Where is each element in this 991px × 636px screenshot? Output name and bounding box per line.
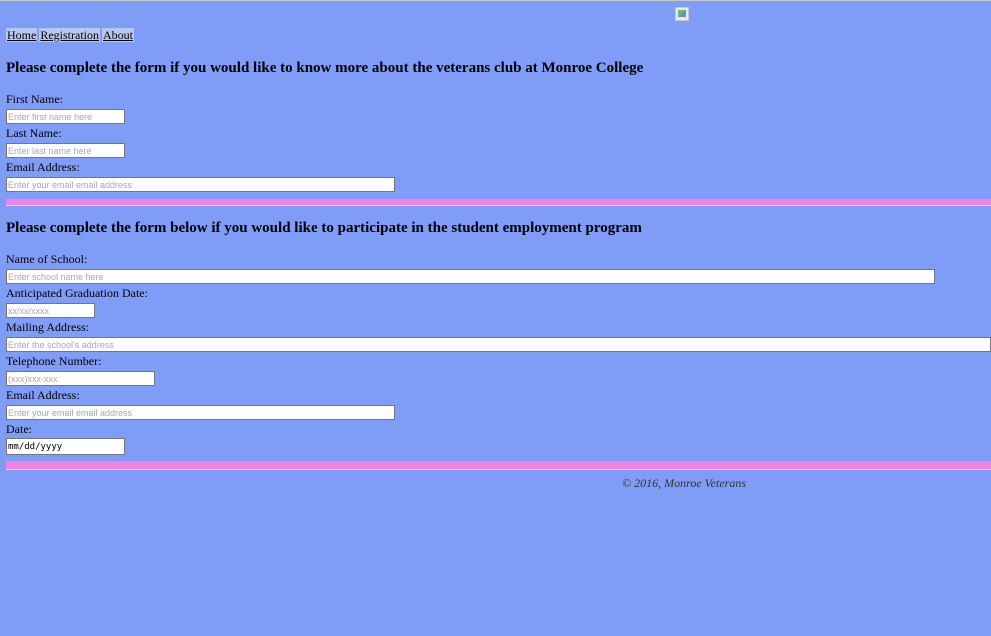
school-name-input[interactable] [6, 269, 935, 284]
mailing-address-label: Mailing Address: [6, 320, 89, 334]
telephone-input[interactable] [6, 371, 155, 386]
club-email-label: Email Address: [6, 160, 80, 174]
mailing-address-input[interactable] [6, 337, 991, 352]
club-form-heading: Please complete the form if you would li… [6, 60, 644, 76]
nav-registration-link[interactable]: Registration [39, 28, 100, 42]
school-name-label: Name of School: [6, 252, 88, 266]
date-label: Date: [6, 422, 32, 436]
telephone-label: Telephone Number: [6, 354, 102, 368]
footer-divider [6, 461, 991, 470]
club-email-input[interactable] [6, 177, 395, 192]
graduation-date-input[interactable] [6, 303, 95, 318]
employment-email-input[interactable] [6, 405, 395, 420]
first-name-input[interactable] [6, 109, 125, 124]
nav-about-link[interactable]: About [102, 28, 134, 42]
section-divider [6, 199, 991, 206]
employment-email-label: Email Address: [6, 388, 80, 402]
broken-image-icon [675, 7, 689, 21]
employment-form-heading: Please complete the form below if you wo… [6, 220, 642, 236]
main-nav: Home Registration About [6, 28, 134, 42]
graduation-date-label: Anticipated Graduation Date: [6, 286, 148, 300]
nav-home-link[interactable]: Home [6, 28, 38, 42]
first-name-label: First Name: [6, 92, 63, 106]
footer-copyright: © 2016, Monroe Veterans [622, 476, 746, 490]
last-name-label: Last Name: [6, 126, 62, 140]
date-input[interactable] [6, 438, 125, 455]
last-name-input[interactable] [6, 143, 125, 158]
